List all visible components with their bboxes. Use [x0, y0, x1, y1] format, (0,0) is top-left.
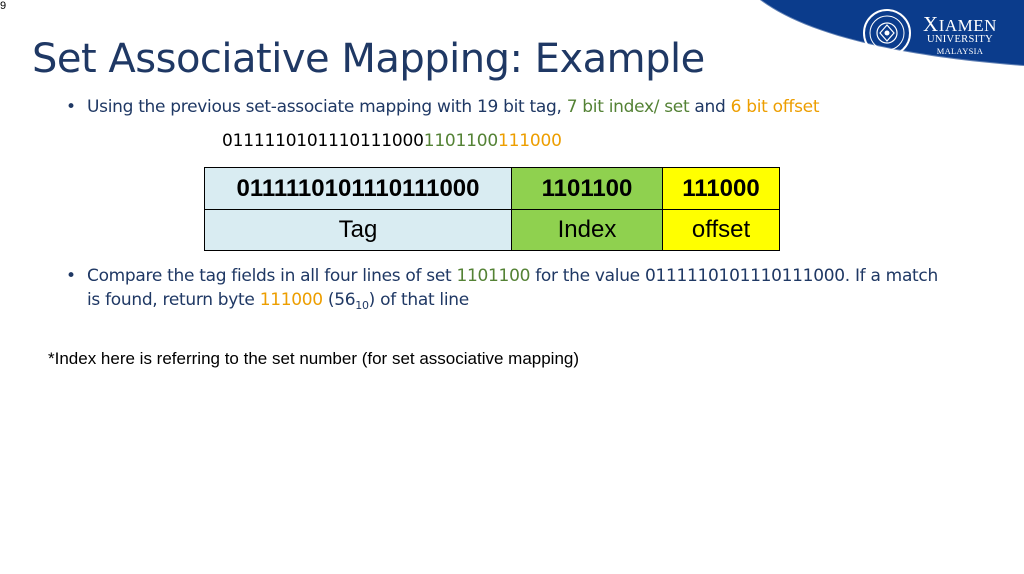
- slide-number: 9: [0, 0, 7, 12]
- tag-label-cell: Tag: [204, 209, 512, 251]
- bitstring-index: 1101100: [423, 131, 499, 151]
- logo-initial: X: [923, 12, 939, 36]
- logo-line1: IAMEN: [938, 16, 997, 35]
- bullet2-text4: (56: [322, 290, 356, 310]
- table-row: Tag Index offset: [204, 209, 780, 251]
- university-seal-icon: [863, 9, 911, 57]
- university-name: XIAMEN UNIVERSITY MALAYSIA: [920, 14, 1000, 57]
- address-breakdown-table: 0111110101110111000 1101100 111000 Tag I…: [204, 167, 780, 251]
- bullet2-subscript: 10: [355, 299, 369, 312]
- university-logo: XIAMEN UNIVERSITY MALAYSIA: [862, 8, 1017, 62]
- logo-line3: MALAYSIA: [936, 46, 984, 56]
- bullet2-text5: ) of that line: [368, 290, 470, 310]
- bullet2-byte: 111000: [259, 290, 323, 310]
- bitstring-tag: 0111110101110111000: [222, 131, 424, 151]
- bullet-dot: •: [66, 97, 76, 117]
- bullet2-set: 1101100: [456, 266, 531, 286]
- bullet1-sep1: ,: [556, 97, 567, 117]
- offset-bits-label: 6 bit offset: [730, 97, 820, 117]
- tag-value-cell: 0111110101110111000: [204, 167, 512, 210]
- bullet-mapping-description: • Using the previous set-associate mappi…: [66, 95, 966, 119]
- logo-line2: UNIVERSITY: [927, 34, 993, 45]
- offset-label-cell: offset: [662, 209, 780, 251]
- bitstring-offset: 111000: [498, 131, 562, 151]
- table-row: 0111110101110111000 1101100 111000: [204, 167, 780, 210]
- index-bits-label: 7 bit index/ set: [566, 97, 690, 117]
- slide-title: Set Associative Mapping: Example: [32, 36, 705, 82]
- bullet-dot: •: [66, 266, 76, 286]
- bullet2-text1: Compare the tag fields in all four lines…: [87, 266, 457, 286]
- index-label-cell: Index: [511, 209, 663, 251]
- offset-value-cell: 111000: [662, 167, 780, 210]
- bullet2-tag: 0111110101110111000: [644, 266, 845, 286]
- bullet1-text: Using the previous set-associate mapping…: [87, 97, 477, 117]
- index-value-cell: 1101100: [511, 167, 663, 210]
- bullet-compare-description: • Compare the tag fields in all four lin…: [66, 264, 946, 312]
- address-bitstring: 01111101011101110001101100111000: [222, 130, 562, 152]
- index-footnote: *Index here is referring to the set numb…: [48, 349, 580, 368]
- bullet2-text2: for the value: [530, 266, 645, 286]
- bullet1-sep2: and: [689, 97, 731, 117]
- tag-bits-label: 19 bit tag: [476, 97, 557, 117]
